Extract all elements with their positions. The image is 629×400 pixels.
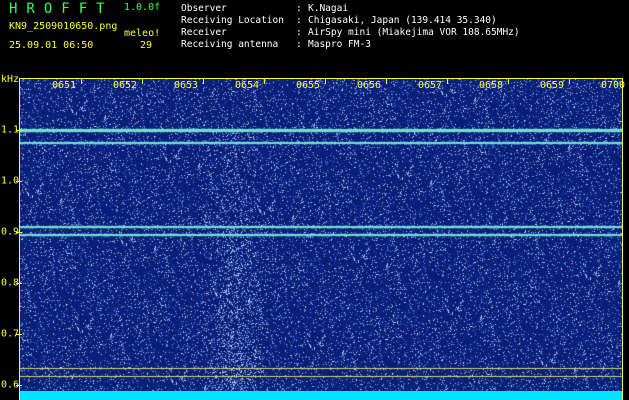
freq-tick — [16, 129, 22, 131]
info-value: K.Nagai — [308, 3, 349, 14]
freq-tick — [16, 231, 22, 233]
plot-top-border — [20, 78, 622, 79]
time-tick-label: 0657 — [417, 80, 443, 91]
plot-left-border — [19, 78, 20, 400]
signal-level-bar — [20, 391, 622, 400]
time-tick-label: 0659 — [539, 80, 565, 91]
freq-tick — [16, 384, 22, 386]
time-tick-label: 0652 — [112, 80, 138, 91]
filename-label: KN9_2509010650.png — [9, 21, 118, 32]
time-tick-label: 0656 — [356, 80, 382, 91]
time-tick-label: 0654 — [234, 80, 260, 91]
time-tick — [325, 78, 326, 84]
time-tick-label: 0653 — [173, 80, 199, 91]
freq-unit-label: kHz — [1, 74, 20, 85]
time-tick — [81, 78, 82, 84]
freq-tick — [16, 333, 22, 335]
info-row-receiver: Receiver: AirSpy mini (Miakejima VOR 108.… — [181, 27, 520, 38]
time-tick — [264, 78, 265, 84]
info-separator: : — [296, 39, 302, 50]
time-tick — [569, 78, 570, 84]
time-tick-label: 0658 — [478, 80, 504, 91]
meteor-count: 29 — [140, 40, 153, 51]
info-value: Maspro FM-3 — [308, 39, 371, 50]
app-title: HROFFT — [9, 1, 114, 17]
info-separator: : — [296, 27, 302, 38]
info-value: Chigasaki, Japan (139.414 35.340) — [308, 15, 497, 26]
timestamp-label: 25.09.01 06:50 — [9, 40, 94, 51]
info-separator: : — [296, 3, 302, 14]
info-value: AirSpy mini (Miakejima VOR 108.65MHz) — [308, 27, 520, 38]
spectrogram-canvas — [20, 79, 622, 400]
time-tick — [508, 78, 509, 84]
time-tick-label: 0651 — [51, 80, 77, 91]
info-row-observer: Observer: K.Nagai — [181, 3, 348, 14]
time-tick-label: 0700 — [600, 80, 626, 91]
plot-right-border — [622, 78, 623, 400]
info-label: Receiving antenna — [181, 39, 279, 50]
time-tick — [386, 78, 387, 84]
time-tick — [447, 78, 448, 84]
info-row-location: Receiving Location: Chigasaki, Japan (139… — [181, 15, 497, 26]
spectrogram-plot — [20, 79, 622, 400]
freq-tick — [16, 282, 22, 284]
info-label: Receiver — [181, 27, 227, 38]
time-tick — [142, 78, 143, 84]
time-tick — [203, 78, 204, 84]
freq-tick — [16, 180, 22, 182]
info-label: Observer — [181, 3, 227, 14]
version-label: 1.0.0f — [124, 2, 161, 13]
info-label: Receiving Location — [181, 15, 284, 26]
time-tick-label: 0655 — [295, 80, 321, 91]
info-row-antenna: Receiving antenna: Maspro FM-3 — [181, 39, 371, 50]
meteor-label: meleo! — [124, 28, 161, 39]
info-separator: : — [296, 15, 302, 26]
